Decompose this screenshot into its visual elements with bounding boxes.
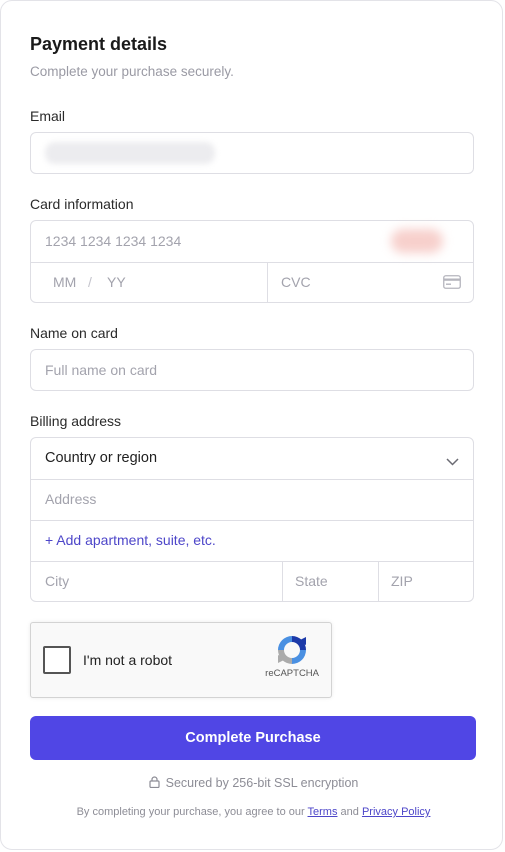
- email-value-redacted: [45, 142, 215, 164]
- privacy-policy-link[interactable]: Privacy Policy: [362, 806, 430, 818]
- secured-note: Secured by 256-bit SSL encryption: [1, 776, 505, 791]
- page-title: Payment details: [30, 34, 168, 54]
- recaptcha-brand: reCAPTCHA: [265, 668, 319, 679]
- card-info-label: Card information: [30, 196, 134, 212]
- cvc-field[interactable]: CVC: [268, 263, 473, 303]
- city-placeholder: City: [45, 573, 70, 589]
- add-apartment-row: + Add apartment, suite, etc.: [31, 521, 473, 561]
- recaptcha-checkbox[interactable]: [43, 646, 71, 674]
- email-label: Email: [30, 108, 66, 124]
- name-label: Name on card: [30, 325, 118, 341]
- terms-link[interactable]: Terms: [308, 806, 338, 818]
- terms-prefix: By completing your purchase, you agree t…: [76, 806, 305, 818]
- expiry-year-placeholder: YY: [107, 274, 126, 290]
- state-field[interactable]: State: [283, 562, 378, 602]
- terms-and: and: [340, 806, 359, 818]
- secured-text: Secured by 256-bit SSL encryption: [165, 776, 359, 790]
- card-brand-redacted: [391, 229, 443, 253]
- lock-icon: [149, 776, 160, 791]
- recaptcha-widget: I'm not a robot reCAPTCHA: [30, 622, 332, 698]
- country-select[interactable]: Country or region: [31, 438, 473, 479]
- payment-card: Payment details Complete your purchase s…: [0, 0, 503, 850]
- name-placeholder: Full name on card: [45, 362, 158, 378]
- card-info-group: 1234 1234 1234 1234 MM / YY CVC: [30, 220, 474, 303]
- cvc-placeholder: CVC: [281, 274, 311, 290]
- complete-purchase-button[interactable]: Complete Purchase: [30, 716, 476, 760]
- state-placeholder: State: [295, 573, 328, 589]
- email-field[interactable]: [30, 132, 474, 174]
- billing-address-group: Country or region Address + Add apartmen…: [30, 437, 474, 602]
- card-icon: [443, 275, 461, 294]
- expiry-month-placeholder: MM: [53, 274, 77, 290]
- address-field[interactable]: Address: [31, 480, 473, 520]
- card-expiry-cvc-row: MM / YY CVC: [31, 263, 473, 303]
- billing-label: Billing address: [30, 413, 122, 429]
- zip-placeholder: ZIP: [391, 573, 413, 589]
- address-placeholder: Address: [45, 491, 97, 507]
- card-number-field[interactable]: 1234 1234 1234 1234: [31, 221, 473, 262]
- recaptcha-label: I'm not a robot: [83, 652, 173, 668]
- expiry-field[interactable]: MM / YY: [31, 263, 267, 303]
- add-apartment-link[interactable]: + Add apartment, suite, etc.: [45, 532, 216, 548]
- terms-note: By completing your purchase, you agree t…: [1, 806, 505, 818]
- zip-field[interactable]: ZIP: [379, 562, 473, 602]
- recaptcha-logo-icon: [275, 633, 309, 672]
- name-on-card-field[interactable]: Full name on card: [30, 349, 474, 391]
- country-value: Country or region: [45, 450, 158, 466]
- city-field[interactable]: City: [31, 562, 282, 602]
- chevron-down-icon: [446, 453, 459, 471]
- page-subtitle: Complete your purchase securely.: [30, 64, 234, 79]
- city-state-zip-row: City State ZIP: [31, 562, 473, 602]
- card-number-placeholder: 1234 1234 1234 1234: [45, 233, 182, 249]
- expiry-separator: /: [88, 274, 92, 290]
